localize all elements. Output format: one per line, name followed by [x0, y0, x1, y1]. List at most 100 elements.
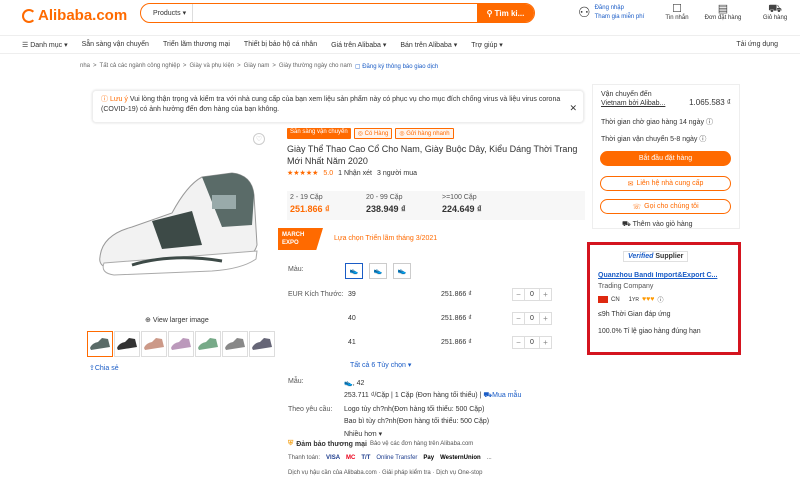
- trade-alert-link[interactable]: ▢ Đăng ký thông báo giao dịch: [355, 63, 438, 70]
- shoe-thumb-icon: [144, 338, 164, 350]
- orders-button[interactable]: ▤ Đơn đặt hàng: [703, 3, 743, 22]
- plus-icon[interactable]: +: [540, 290, 551, 299]
- breadcrumb-item[interactable]: Giày nam: [244, 63, 270, 70]
- all-variants-link[interactable]: Tất cả 6 Tùy chọn ▾: [350, 361, 411, 369]
- view-larger-image[interactable]: ⊕ View larger image: [145, 316, 209, 324]
- contact-supplier-button[interactable]: ✉ Liên hệ nhà cung cấp: [600, 176, 731, 191]
- thumbnail[interactable]: [195, 331, 221, 357]
- share-label: Chia sẻ: [94, 365, 119, 372]
- start-order-button[interactable]: Bắt đầu đặt hàng: [600, 151, 731, 166]
- thumbnail[interactable]: [222, 331, 248, 357]
- product-main-image[interactable]: [92, 165, 267, 280]
- sample-variant: 👟, 42: [344, 379, 364, 387]
- sign-in-link[interactable]: Đăng nhập: [595, 5, 624, 11]
- supplier-card: Verified Supplier Quanzhou Bandi Import&…: [587, 242, 741, 355]
- ontime-value: 100.0%: [598, 328, 622, 335]
- info-icon[interactable]: ⓘ: [699, 136, 706, 143]
- shipping-cost: 1.065.583 ₫: [689, 98, 731, 107]
- search-input[interactable]: [193, 4, 477, 22]
- quantity-stepper[interactable]: −0 +: [512, 312, 552, 325]
- breadcrumb-item[interactable]: nha: [80, 63, 90, 70]
- tier-price: 251.866 ₫: [290, 204, 330, 214]
- minus-icon[interactable]: −: [513, 314, 524, 323]
- quantity-value[interactable]: 0: [524, 313, 540, 324]
- logo-mark-icon: [22, 8, 36, 23]
- more-custom-link[interactable]: Nhiều hơn ▾: [344, 430, 382, 438]
- nav-ppe[interactable]: Thiết bị bảo hộ cá nhân: [237, 41, 324, 48]
- quantity-value[interactable]: 0: [524, 337, 540, 348]
- thumbnail[interactable]: [87, 331, 113, 357]
- size-price: 251.866 ₫: [441, 339, 472, 346]
- breadcrumb-item[interactable]: Giày thường ngày cho nam: [279, 63, 352, 70]
- messages-button[interactable]: ☐ Tin nhắn: [657, 4, 697, 22]
- supplier-type: Trading Company: [598, 283, 654, 290]
- color-swatch[interactable]: 👟: [369, 263, 387, 279]
- shoe-swatch-icon: 👟: [373, 268, 383, 275]
- cart-button[interactable]: ⛟ Giỏ hàng: [755, 4, 795, 22]
- quantity-value[interactable]: 0: [524, 289, 540, 300]
- buy-sample-link[interactable]: ⛟Mua mẫu: [483, 392, 521, 399]
- shoe-thumb-icon: [117, 338, 137, 350]
- get-app-link[interactable]: Tải ứng dụng: [736, 41, 778, 48]
- account-area[interactable]: ⚇ Đăng nhập Tham gia miễn phí: [578, 4, 644, 22]
- apple-pay-icon: Pay: [423, 455, 435, 461]
- minus-icon[interactable]: −: [513, 290, 524, 299]
- info-icon[interactable]: ⓘ: [706, 119, 713, 126]
- search-button[interactable]: ⚲ Tìm ki...: [477, 4, 534, 22]
- quantity-stepper[interactable]: −0 +: [512, 288, 552, 301]
- nav-trade-shows[interactable]: Triển lãm thương mại: [156, 41, 237, 48]
- alibaba-logo[interactable]: Alibaba.com: [22, 7, 127, 24]
- supplier-name-link[interactable]: Quanzhou Bandi Import&Export C...: [598, 272, 720, 279]
- notice-heading-text: Lưu ý: [109, 96, 128, 103]
- logo-text: Alibaba.com: [38, 7, 128, 24]
- services-links[interactable]: Dịch vụ hậu cần của Alibaba.com · Giải p…: [288, 470, 482, 476]
- size-value: 39: [348, 291, 356, 298]
- all-variants-label: Tất cả 6 Tùy chọn: [350, 362, 406, 369]
- orders-icon: ▤: [717, 3, 729, 15]
- trade-assurance: ⛨ Đảm bảo thương mại Bảo vệ các đơn hàng t…: [288, 440, 473, 448]
- ready-to-ship-tag: Sẵn sàng vận chuyển: [287, 128, 351, 139]
- ontime-label: Tỉ lệ giao hàng đúng hạn: [623, 328, 701, 335]
- nav-ready-to-ship[interactable]: Sẵn sàng vận chuyển: [75, 41, 156, 48]
- ship-via-link[interactable]: Vietnam bởi Alibab...: [601, 100, 665, 107]
- expo-text[interactable]: Lựa chọn Triển lãm tháng 3/2021: [334, 235, 437, 242]
- rating-value: 5.0: [323, 169, 334, 177]
- close-icon[interactable]: ✕: [569, 103, 577, 113]
- orders-label: Đơn đặt hàng: [704, 15, 742, 21]
- search-category-select[interactable]: Products ▾: [141, 4, 193, 22]
- custom-packaging: Bao bì tùy ch?nh(Đơn hàng tối thiểu: 500…: [344, 418, 490, 425]
- nav-help[interactable]: Trợ giúp ▾: [464, 41, 510, 49]
- nav-categories[interactable]: ☰ Danh mục ▾: [0, 41, 75, 49]
- plus-icon[interactable]: +: [540, 338, 551, 347]
- nav-buy-on-alibaba[interactable]: Giá trên Alibaba ▾: [324, 41, 393, 49]
- lead-time: Thời gian chờ giao hàng 14 ngày ⓘ: [601, 117, 713, 127]
- size-price: 251.866 ₫: [441, 291, 472, 298]
- minus-icon[interactable]: −: [513, 338, 524, 347]
- color-swatch[interactable]: 👟: [393, 263, 411, 279]
- thumbnail[interactable]: [141, 331, 167, 357]
- march-expo-badge: MARCH EXPO: [278, 228, 323, 250]
- contact-supplier-label: Liên hệ nhà cung cấp: [636, 180, 704, 187]
- star-rating-icon: ★★★★★: [287, 170, 319, 177]
- reviews-link[interactable]: 1 Nhận xét: [338, 170, 372, 177]
- in-stock-label: Có Hàng: [364, 131, 389, 137]
- nav-sell-on-alibaba[interactable]: Bán trên Alibaba ▾: [393, 41, 464, 49]
- more-payments[interactable]: ...: [487, 455, 492, 461]
- thumbnail[interactable]: [168, 331, 194, 357]
- thumbnail[interactable]: [249, 331, 275, 357]
- supplier-meta: CN 1YR ♥♥♥ ⓘ: [598, 295, 663, 304]
- thumbnail[interactable]: [114, 331, 140, 357]
- breadcrumb-item[interactable]: Tất cả các ngành công nghiệp: [100, 63, 180, 70]
- join-free-link[interactable]: Tham gia miễn phí: [595, 14, 645, 20]
- add-to-cart-link[interactable]: ⛟ Thêm vào giỏ hàng: [622, 220, 693, 229]
- quantity-stepper[interactable]: −0 +: [512, 336, 552, 349]
- call-us-button[interactable]: ☏ Gọi cho chúng tôi: [600, 199, 731, 214]
- info-icon[interactable]: ⓘ: [657, 295, 663, 304]
- heart-icon[interactable]: ♡: [253, 133, 265, 145]
- share-link[interactable]: ⇪Chia sẻ: [89, 364, 119, 372]
- color-swatch[interactable]: 👟: [345, 263, 363, 279]
- nav-categories-label: Danh mục: [30, 41, 63, 49]
- supplier-text: Supplier: [655, 253, 684, 260]
- breadcrumb-item[interactable]: Giày và phụ kiện: [189, 63, 234, 70]
- plus-icon[interactable]: +: [540, 314, 551, 323]
